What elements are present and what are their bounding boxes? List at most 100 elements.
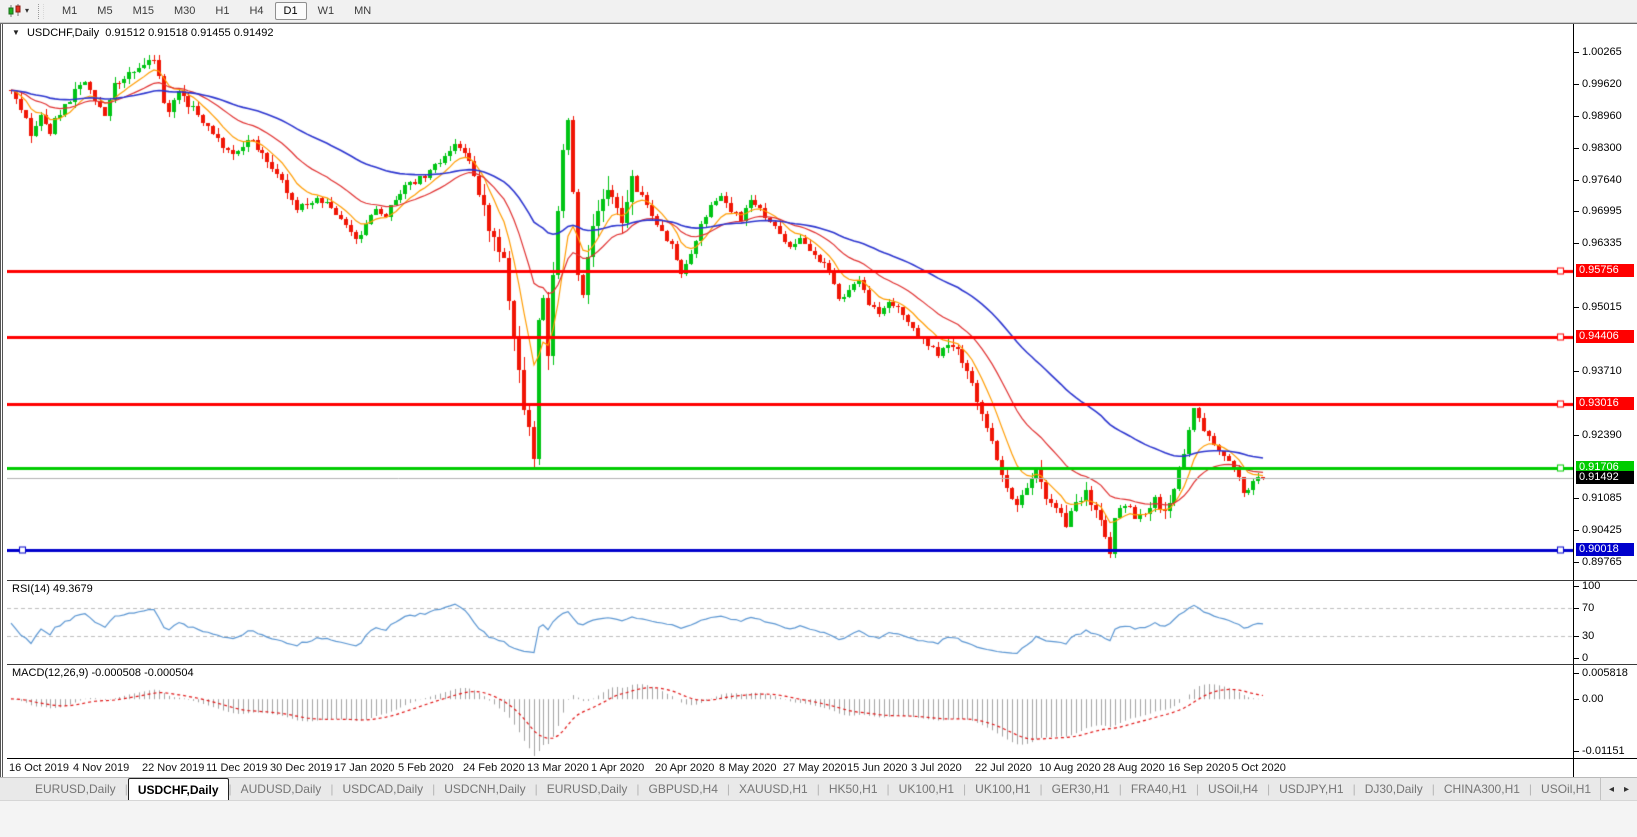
macd-tick-label: -0.01151: [1574, 745, 1625, 757]
toolbar-grip[interactable]: [38, 3, 45, 19]
macd-tick-label: 0.005818: [1574, 667, 1628, 679]
rsi-tick-label: 0: [1574, 652, 1588, 664]
chart-tab-bar: EURUSD,Daily | USDCHF,Daily | AUDUSD,Daily | U…: [0, 777, 1637, 800]
chart-tab-fra40-h1[interactable]: FRA40,H1: [1122, 780, 1196, 798]
price-tick-label: 0.99620: [1574, 78, 1622, 90]
timeframe-button-mn[interactable]: MN: [345, 2, 380, 20]
price-tick-label: 0.98960: [1574, 110, 1622, 122]
timeframe-button-row: M1 M5 M15 M30 H1 H4 D1 W1 MN: [52, 2, 381, 20]
date-tick-label: 28 Aug 2020: [1103, 762, 1165, 774]
date-tick-label: 20 Apr 2020: [655, 762, 715, 774]
price-tick-label: 0.96335: [1574, 237, 1622, 249]
rsi-tick-label: 100: [1574, 581, 1600, 592]
axis-corner: [1573, 758, 1637, 777]
price-tick-label: 0.98300: [1574, 142, 1622, 154]
collapse-indicator-icon[interactable]: ▼: [12, 28, 20, 37]
date-tick-label: 16 Sep 2020: [1168, 762, 1231, 774]
rsi-canvas[interactable]: [7, 581, 1573, 664]
chevron-down-icon: ▾: [25, 6, 30, 15]
date-tick-label: 16 Oct 2019: [9, 762, 69, 774]
chart-tab-xauusd-h1[interactable]: XAUUSD,H1: [730, 780, 817, 798]
status-strip: [0, 800, 1637, 837]
date-tick-label: 22 Jul 2020: [975, 762, 1032, 774]
timeframe-button-m5[interactable]: M5: [88, 2, 121, 20]
price-tick-label: 0.93710: [1574, 365, 1622, 377]
date-tick-label: 11 Dec 2019: [206, 762, 268, 774]
macd-tick-label: 0.00: [1574, 693, 1603, 705]
price-line-label-support: 0.90018: [1576, 543, 1634, 556]
date-tick-label: 10 Aug 2020: [1039, 762, 1101, 774]
price-axis[interactable]: 1.00265 0.99620 0.98960 0.98300 0.97640 0.969…: [1573, 24, 1637, 580]
macd-pane: MACD(12,26,9) -0.000508 -0.000504: [7, 664, 1573, 758]
price-tick-label: 1.00265: [1574, 46, 1622, 58]
timeframe-button-w1[interactable]: W1: [309, 2, 344, 20]
price-tick-label: 0.91085: [1574, 492, 1622, 504]
chart-tab-usdcad-daily[interactable]: USDCAD,Daily: [333, 780, 432, 798]
timeframe-button-d1[interactable]: D1: [274, 2, 307, 20]
chart-tab-dj30-daily[interactable]: DJ30,Daily: [1356, 780, 1432, 798]
date-tick-label: 17 Jan 2020: [334, 762, 395, 774]
top-toolbar: ▾ M1 M5 M15 M30 H1 H4 D1 W1 MN: [0, 0, 1637, 23]
scroll-right-icon[interactable]: ▸: [1624, 784, 1629, 795]
chart-tab-gbpusd-h4[interactable]: GBPUSD,H4: [640, 780, 727, 798]
chart-tab-china300-h1[interactable]: CHINA300,H1: [1435, 780, 1529, 798]
candlestick-chart-icon: [8, 4, 21, 17]
tab-strip: EURUSD,Daily | USDCHF,Daily | AUDUSD,Daily | U…: [26, 778, 1600, 800]
chart-type-selector[interactable]: ▾: [4, 3, 32, 19]
macd-canvas[interactable]: [7, 665, 1573, 758]
price-tick-label: 0.92390: [1574, 429, 1622, 441]
rsi-pane: RSI(14) 49.3679: [7, 580, 1573, 664]
price-line-label-resistance: 0.93016: [1576, 397, 1634, 410]
chart-tab-uk100-h1[interactable]: UK100,H1: [890, 780, 963, 798]
macd-label: MACD(12,26,9) -0.000508 -0.000504: [12, 667, 194, 679]
rsi-axis[interactable]: 100 70 30 0: [1573, 580, 1637, 664]
chart-tab-hk50-h1[interactable]: HK50,H1: [820, 780, 887, 798]
chart-tab-uk100-h1[interactable]: UK100,H1: [966, 780, 1039, 798]
price-tick-label: 0.89765: [1574, 556, 1622, 568]
scroll-left-icon[interactable]: ◂: [1609, 784, 1614, 795]
chart-tab-usoil-h4[interactable]: USOil,H4: [1199, 780, 1267, 798]
symbol-header: ▼ USDCHF,Daily 0.91512 0.91518 0.91455 0…: [12, 27, 273, 39]
chart-tab-audusd-daily[interactable]: AUDUSD,Daily: [232, 780, 331, 798]
ohlc-low: 0.91455: [190, 27, 231, 39]
main-chart-canvas[interactable]: [7, 24, 1573, 580]
date-tick-label: 13 Mar 2020: [527, 762, 589, 774]
chart-tab-usdchf-daily[interactable]: USDCHF,Daily: [127, 778, 229, 800]
price-tick-label: 0.95015: [1574, 301, 1622, 313]
chart-window: ▼ USDCHF,Daily 0.91512 0.91518 0.91455 0…: [0, 23, 1637, 777]
ohlc-close: 0.91492: [233, 27, 274, 39]
timeframe-button-m1[interactable]: M1: [53, 2, 86, 20]
date-tick-label: 24 Feb 2020: [463, 762, 525, 774]
rsi-tick-label: 70: [1574, 602, 1594, 614]
chart-tab-eurusd-daily[interactable]: EURUSD,Daily: [26, 780, 125, 798]
tab-scroll-arrows: ◂ ▸: [1599, 778, 1637, 800]
date-tick-label: 4 Nov 2019: [73, 762, 130, 774]
chart-tab-usdjpy-h1[interactable]: USDJPY,H1: [1270, 780, 1352, 798]
timeframe-button-h1[interactable]: H1: [206, 2, 238, 20]
macd-axis[interactable]: 0.005818 0.00 -0.01151: [1573, 664, 1637, 758]
timeframe-button-h4[interactable]: H4: [240, 2, 272, 20]
price-line-label-resistance: 0.94406: [1576, 330, 1634, 343]
main-price-pane: ▼ USDCHF,Daily 0.91512 0.91518 0.91455 0…: [7, 24, 1573, 580]
price-tick-label: 0.97640: [1574, 174, 1622, 186]
date-tick-label: 5 Oct 2020: [1232, 762, 1286, 774]
date-tick-label: 8 May 2020: [719, 762, 777, 774]
symbol-name: USDCHF,Daily: [26, 27, 100, 39]
price-line-label-resistance: 0.95756: [1576, 264, 1634, 277]
ohlc-open: 0.91512: [105, 27, 145, 39]
date-tick-label: 30 Dec 2019: [270, 762, 333, 774]
date-tick-label: 22 Nov 2019: [142, 762, 205, 774]
timeframe-button-m15[interactable]: M15: [124, 2, 163, 20]
chart-tab-usoil-h1[interactable]: USOil,H1: [1532, 780, 1600, 798]
chart-tab-usdcnh-daily[interactable]: USDCNH,Daily: [435, 780, 534, 798]
date-tick-label: 27 May 2020: [783, 762, 847, 774]
window-splitter[interactable]: [0, 24, 7, 777]
timeframe-button-m30[interactable]: M30: [165, 2, 204, 20]
date-tick-label: 5 Feb 2020: [398, 762, 454, 774]
time-axis[interactable]: 16 Oct 2019 4 Nov 2019 22 Nov 2019 11 Dec 2…: [7, 758, 1573, 777]
chart-tab-ger30-h1[interactable]: GER30,H1: [1043, 780, 1119, 798]
chart-tab-eurusd-daily[interactable]: EURUSD,Daily: [538, 780, 637, 798]
rsi-label: RSI(14) 49.3679: [12, 583, 93, 595]
price-line-label-current-price: 0.91492: [1576, 471, 1634, 484]
price-tick-label: 0.96995: [1574, 205, 1622, 217]
